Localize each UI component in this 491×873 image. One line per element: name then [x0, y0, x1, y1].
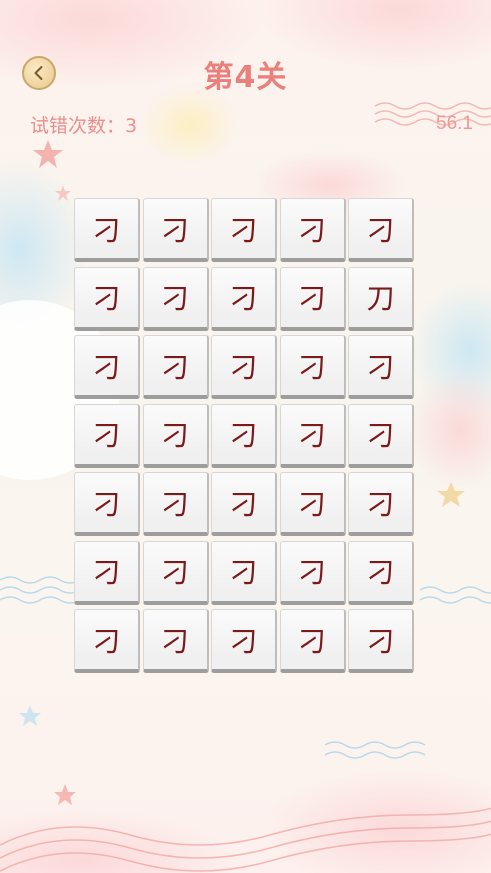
tile-r2-c4[interactable]: 刁 [279, 266, 346, 331]
tile-r7-c4[interactable]: 刁 [279, 609, 346, 673]
tile-r5-c5[interactable]: 刁 [348, 472, 414, 536]
tile-r7-c3[interactable]: 刁 [211, 609, 277, 673]
tile-r3-c1[interactable]: 刁 [74, 335, 140, 399]
tile-r4-c1[interactable]: 刁 [74, 403, 140, 468]
tile-r2-c5[interactable]: 刀 [348, 266, 414, 331]
tile-r7-c1[interactable]: 刁 [74, 609, 140, 673]
tile-r7-c5[interactable]: 刁 [348, 609, 414, 673]
tile-r6-c2[interactable]: 刁 [142, 540, 209, 605]
tile-r1-c5[interactable]: 刁 [348, 198, 414, 262]
tile-r6-c3[interactable]: 刁 [211, 540, 277, 605]
level-title: 第4关 [203, 60, 288, 95]
tile-r4-c2[interactable]: 刁 [142, 403, 209, 468]
tile-r3-c3[interactable]: 刁 [211, 335, 277, 399]
tile-r2-c1[interactable]: 刁 [74, 266, 140, 331]
tile-r5-c1[interactable]: 刁 [74, 472, 140, 536]
tile-grid: 刁刁刁刁刁刁刁刁刁刀刁刁刁刁刁刁刁刁刁刁刁刁刁刁刁刁刁刁刁刁刁刁刁刁刁 [74, 198, 418, 674]
tile-r2-c2[interactable]: 刁 [142, 266, 209, 331]
tile-r7-c2[interactable]: 刁 [142, 609, 209, 673]
tile-r3-c2[interactable]: 刁 [142, 335, 209, 399]
tile-r1-c3[interactable]: 刁 [211, 198, 277, 262]
tile-r3-c4[interactable]: 刁 [279, 335, 346, 399]
tile-r5-c2[interactable]: 刁 [142, 472, 209, 536]
tile-r6-c1[interactable]: 刁 [74, 540, 140, 605]
tile-r5-c4[interactable]: 刁 [279, 472, 346, 536]
tries-counter: 试错次数：3 [30, 115, 138, 137]
tile-r4-c5[interactable]: 刁 [348, 403, 414, 468]
tile-r4-c4[interactable]: 刁 [279, 403, 346, 468]
tile-r1-c2[interactable]: 刁 [142, 198, 209, 262]
tile-r1-c1[interactable]: 刁 [74, 198, 140, 262]
tile-r6-c4[interactable]: 刁 [279, 540, 346, 605]
tile-r3-c5[interactable]: 刁 [348, 335, 414, 399]
tile-r5-c3[interactable]: 刁 [211, 472, 277, 536]
tile-r4-c3[interactable]: 刁 [211, 403, 277, 468]
tile-r6-c5[interactable]: 刁 [348, 540, 414, 605]
countdown-timer: 56.1 [436, 113, 473, 134]
tile-r2-c3[interactable]: 刁 [211, 266, 277, 331]
tile-r1-c4[interactable]: 刁 [279, 198, 346, 262]
